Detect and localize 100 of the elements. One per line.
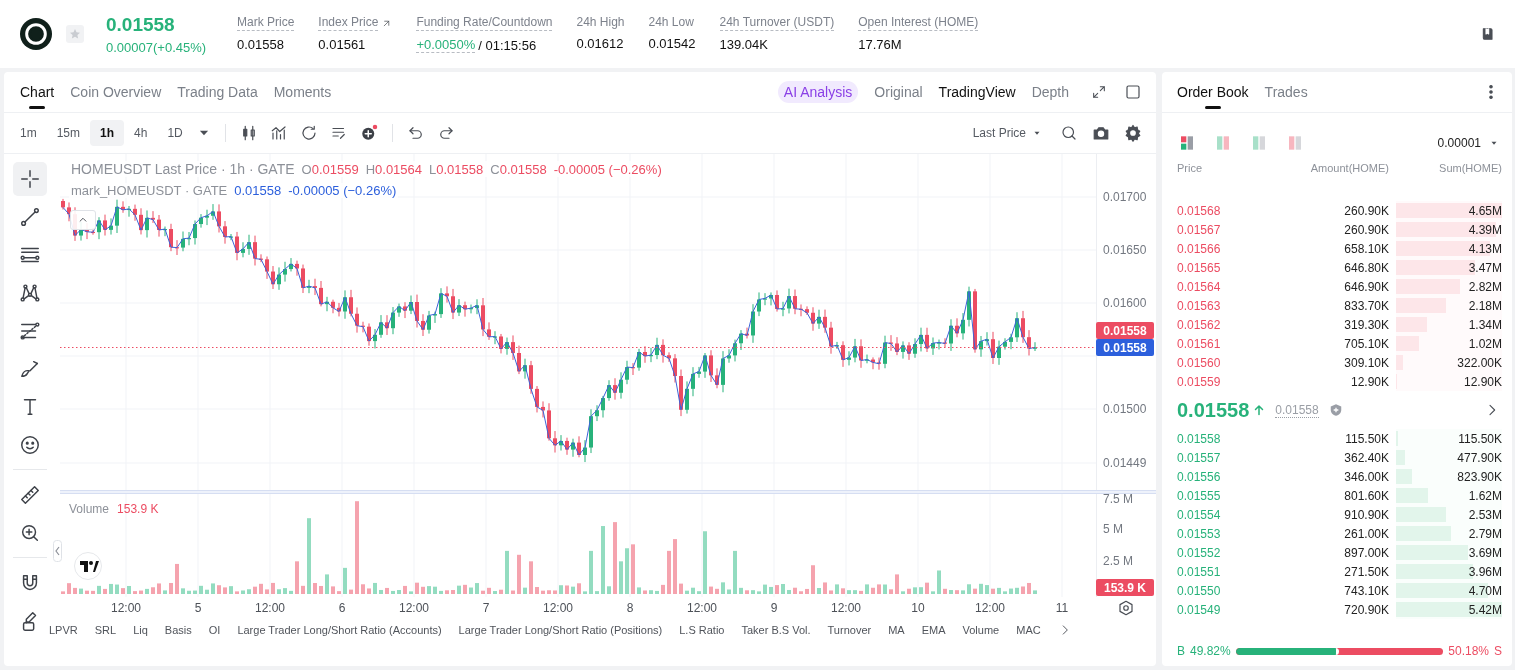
last-price: 0.01558 (106, 13, 176, 36)
order-price[interactable]: 0.01555 (1177, 488, 1262, 503)
indicator-link[interactable]: EMA (921, 624, 946, 636)
order-price[interactable]: 0.01549 (1177, 602, 1262, 617)
undo-icon[interactable] (406, 124, 425, 142)
indicator-link[interactable]: SRL (94, 624, 117, 636)
stat-label[interactable]: Index Price (318, 15, 379, 31)
indicator-link[interactable]: MA (888, 624, 905, 636)
indicator-link[interactable]: MAC (1016, 624, 1041, 636)
book-icon[interactable] (1480, 26, 1496, 42)
volume-label: Volume (69, 502, 110, 516)
order-amount: 801.60K (1344, 488, 1389, 503)
view-tab[interactable]: AI Analysis (777, 81, 859, 103)
price-change: 0.00007(+0.45%) (106, 39, 208, 55)
time-axis-label: 10 (911, 601, 925, 615)
order-price[interactable]: 0.01551 (1177, 564, 1262, 579)
ohlc-value: O0.01559 (301, 162, 359, 177)
indicator-link[interactable]: LPVR (49, 624, 78, 636)
price-source-dropdown[interactable]: Last Price (972, 126, 1026, 140)
stat-label: Funding Rate/Countdown (416, 15, 553, 31)
indicator-link[interactable]: Large Trader Long/Short Ratio (Positions) (458, 624, 663, 636)
order-price[interactable]: 0.01561 (1177, 336, 1262, 351)
view-tab[interactable]: Depth (1031, 72, 1069, 112)
interval-button[interactable]: 1h (90, 120, 125, 146)
countdown-value: / 01:15:56 (478, 37, 537, 53)
stat-value: 0.01612 (576, 36, 624, 51)
order-amount: 261.00K (1344, 526, 1389, 541)
symbol-label: HOMEUSDT Last Price · 1h · GATE (71, 161, 295, 177)
order-price[interactable]: 0.01558 (1177, 431, 1262, 446)
view-tab[interactable]: TradingView (938, 72, 1016, 112)
drawing-tool-button[interactable] (13, 162, 47, 196)
shield-plus-icon[interactable] (1328, 403, 1343, 417)
add-indicator-icon[interactable] (359, 124, 378, 142)
order-price[interactable]: 0.01554 (1177, 507, 1262, 522)
replay-icon[interactable] (299, 124, 318, 142)
column-header: Price (1177, 162, 1204, 174)
indicator-link[interactable]: OI (208, 624, 221, 636)
collapse-handle-icon[interactable] (53, 540, 62, 562)
ohlc-value: H0.01564 (365, 162, 423, 177)
order-price[interactable]: 0.01550 (1177, 583, 1262, 598)
order-sum: 5.42M (1468, 602, 1502, 617)
order-sum: 4.70M (1468, 583, 1502, 598)
mark-price-badge: 0.01558 (1096, 339, 1154, 356)
chart-tab[interactable]: Trading Data (177, 72, 258, 112)
indicator-link[interactable]: L.S Ratio (679, 624, 725, 636)
chart-tab[interactable]: Moments (273, 72, 332, 112)
mid-price: 0.01558 (1177, 398, 1250, 422)
precision-dropdown[interactable]: 0.00001 (1437, 136, 1481, 150)
order-book-tab[interactable]: Order Book (1177, 72, 1249, 112)
maximize-icon[interactable] (1124, 83, 1142, 101)
chart-tab[interactable]: Chart (20, 72, 55, 112)
search-icon[interactable] (1060, 124, 1078, 142)
order-sum: 12.90K (1463, 374, 1502, 389)
order-price[interactable]: 0.01560 (1177, 355, 1262, 370)
stat-value: 0.01561 (318, 37, 366, 52)
volume-axis-label: 7.5 M (1103, 494, 1133, 506)
order-price[interactable]: 0.01567 (1177, 222, 1262, 237)
hexagon-settings-icon[interactable] (1117, 599, 1135, 617)
sell-label: S (1494, 644, 1502, 658)
indicator-link[interactable]: Turnover (827, 624, 872, 636)
settings-icon[interactable] (1124, 124, 1142, 142)
indicator-chart-icon[interactable] (269, 124, 288, 142)
layout-both-icon[interactable] (1179, 135, 1195, 151)
expand-icon[interactable] (1091, 84, 1107, 100)
order-sum: 2.79M (1468, 526, 1502, 541)
order-price[interactable]: 0.01565 (1177, 260, 1262, 275)
order-sum: 3.69M (1468, 545, 1502, 560)
order-amount: 12.90K (1350, 374, 1389, 389)
chart-tab[interactable]: Coin Overview (70, 72, 162, 112)
indicator-link[interactable]: Taker B.S Vol. (741, 624, 811, 636)
order-price[interactable]: 0.01556 (1177, 469, 1262, 484)
order-amount: 646.80K (1344, 260, 1389, 275)
order-amount: 646.90K (1344, 279, 1389, 294)
view-tab[interactable]: Original (874, 72, 923, 112)
order-price[interactable]: 0.01562 (1177, 317, 1262, 332)
order-price[interactable]: 0.01563 (1177, 298, 1262, 313)
order-price[interactable]: 0.01553 (1177, 526, 1262, 541)
time-axis-label: 5 (194, 601, 202, 615)
mark-symbol-label: mark_HOMEUSDT · GATE (71, 183, 228, 198)
order-price[interactable]: 0.01568 (1177, 203, 1262, 218)
camera-icon[interactable] (1092, 124, 1110, 142)
interval-button[interactable]: 4h (124, 120, 158, 146)
indicator-link[interactable]: Volume (962, 624, 1000, 636)
chart-logo-icon[interactable] (74, 552, 102, 580)
indicator-link[interactable]: Liq (133, 624, 148, 636)
pattern-icon (19, 282, 41, 304)
price-axis-label: 0.01449 (1103, 456, 1147, 470)
order-book-tab[interactable]: Trades (1264, 72, 1308, 112)
indicator-link[interactable]: Basis (164, 624, 192, 636)
order-price[interactable]: 0.01559 (1177, 374, 1262, 389)
interval-button[interactable]: 1m (10, 120, 47, 146)
order-price[interactable]: 0.01552 (1177, 545, 1262, 560)
order-amount: 910.90K (1344, 507, 1389, 522)
indicator-link[interactable]: Large Trader Long/Short Ratio (Accounts) (237, 624, 442, 636)
interval-button[interactable]: 1D (157, 120, 193, 146)
interval-button[interactable]: 15m (46, 120, 90, 146)
order-price[interactable]: 0.01564 (1177, 279, 1262, 294)
order-price[interactable]: 0.01566 (1177, 241, 1262, 256)
time-axis-label: 12:00 (831, 601, 861, 615)
order-price[interactable]: 0.01557 (1177, 450, 1262, 465)
